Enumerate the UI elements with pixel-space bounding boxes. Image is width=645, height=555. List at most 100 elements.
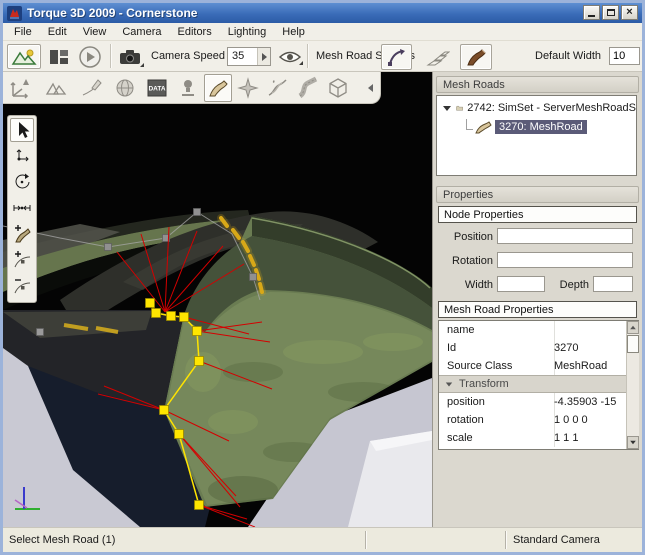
close-button[interactable]: ×: [621, 5, 638, 20]
tree-item-meshroad[interactable]: 3270: MeshRoad: [437, 118, 636, 136]
datablock-badge: DATA: [148, 86, 165, 93]
datablock-editor-button[interactable]: DATA: [145, 76, 169, 100]
scale-point-tool-button[interactable]: [10, 196, 34, 220]
road-node[interactable]: [193, 327, 202, 336]
scroll-up-button[interactable]: [627, 321, 639, 334]
property-row-scale[interactable]: scale 1 1 1: [439, 429, 626, 447]
move-point-tool-button[interactable]: [10, 144, 34, 168]
decal-editor-button[interactable]: [176, 76, 200, 100]
tree-connector: [466, 119, 473, 130]
play-button[interactable]: [77, 44, 103, 69]
property-value[interactable]: 3270: [554, 342, 618, 354]
menu-edit[interactable]: Edit: [40, 25, 75, 39]
terrain-editor-button[interactable]: [44, 76, 68, 100]
window-controls: ×: [583, 5, 638, 20]
property-group-transform[interactable]: Transform: [439, 375, 626, 393]
rotate-icon: [12, 172, 32, 192]
add-mesh-road-solid-button[interactable]: [460, 44, 492, 70]
title-bar[interactable]: Torque 3D 2009 - Cornerstone ×: [3, 3, 642, 23]
tree-expand-icon[interactable]: [443, 106, 451, 111]
property-value[interactable]: -4.35903 -15: [554, 396, 618, 408]
play-icon: [78, 45, 102, 69]
road-node[interactable]: [195, 501, 204, 510]
property-row-name[interactable]: name: [439, 321, 626, 339]
road-node[interactable]: [167, 312, 176, 321]
default-width-input[interactable]: [609, 47, 640, 65]
road-wireframe-icon: [426, 47, 450, 67]
menu-lighting[interactable]: Lighting: [220, 25, 275, 39]
status-message: Select Mesh Road (1): [9, 534, 115, 546]
particle-editor-button[interactable]: [236, 76, 260, 100]
insert-point-tool-button[interactable]: [10, 248, 34, 272]
road-node-inactive[interactable]: [194, 209, 201, 216]
road-node[interactable]: [160, 406, 169, 415]
decal-road-editor-button[interactable]: [296, 76, 320, 100]
select-tool-button[interactable]: [10, 118, 34, 142]
select-mesh-road-button[interactable]: [381, 44, 412, 70]
move-icon: [12, 146, 32, 166]
property-row-id[interactable]: Id 3270: [439, 339, 626, 357]
scroll-down-button[interactable]: [627, 436, 639, 449]
road-node[interactable]: [152, 309, 161, 318]
material-editor-button[interactable]: [113, 76, 137, 100]
status-bar: Select Mesh Road (1) Standard Camera: [3, 527, 642, 552]
road-node[interactable]: [180, 313, 189, 322]
toolbar-separator: [307, 44, 309, 68]
menu-help[interactable]: Help: [274, 25, 313, 39]
road-node-inactive[interactable]: [37, 329, 44, 336]
depth-input[interactable]: [593, 276, 633, 292]
camera-menu-button[interactable]: [117, 46, 145, 68]
property-row-position[interactable]: position -4.35903 -15: [439, 393, 626, 411]
camera-speed-arrow[interactable]: [257, 48, 270, 65]
object-editor-button[interactable]: [8, 76, 32, 100]
gui-editor-icon: [48, 48, 70, 66]
road-node[interactable]: [175, 430, 184, 439]
road-node-inactive[interactable]: [105, 244, 112, 251]
add-road-icon: [12, 224, 32, 244]
dropdown-corner-icon: [299, 61, 303, 65]
property-value[interactable]: 1 0 0 0: [554, 414, 618, 426]
world-editor-button[interactable]: [7, 44, 41, 69]
tree-item-simset[interactable]: 2742: SimSet - ServerMeshRoadS: [437, 99, 636, 117]
camera-speed-combo[interactable]: 35: [227, 47, 271, 66]
remove-point-tool-button[interactable]: [10, 274, 34, 298]
menu-editors[interactable]: Editors: [169, 25, 219, 39]
table-scrollbar[interactable]: [626, 321, 639, 449]
status-camera-mode: Standard Camera: [513, 534, 600, 546]
add-road-tool-button[interactable]: [10, 222, 34, 246]
forest-editor-button[interactable]: [326, 76, 350, 100]
select-cursor-icon: [12, 120, 32, 140]
rotate-point-tool-button[interactable]: [10, 170, 34, 194]
viewport-3d[interactable]: [3, 72, 432, 527]
road-node[interactable]: [195, 357, 204, 366]
minimize-button[interactable]: [583, 5, 600, 20]
decal-editor-icon: [176, 76, 200, 100]
width-input[interactable]: [497, 276, 545, 292]
maximize-button[interactable]: [602, 5, 619, 20]
toolbar-overflow-chevron[interactable]: [368, 84, 373, 92]
rotation-input[interactable]: [497, 252, 633, 268]
add-mesh-road-wireframe-button[interactable]: [423, 44, 453, 70]
material-editor-icon: [113, 76, 137, 100]
menu-camera[interactable]: Camera: [114, 25, 169, 39]
property-value[interactable]: 1 1 1: [554, 432, 618, 444]
menu-file[interactable]: File: [6, 25, 40, 39]
road-node[interactable]: [146, 299, 155, 308]
gui-editor-button[interactable]: [46, 46, 72, 67]
scrollbar-thumb[interactable]: [627, 335, 639, 353]
property-row-source-class[interactable]: Source Class MeshRoad: [439, 357, 626, 375]
mesh-road-editor-button[interactable]: [204, 74, 232, 102]
position-label: Position: [441, 231, 493, 243]
river-editor-button[interactable]: [266, 76, 290, 100]
position-input[interactable]: [497, 228, 633, 244]
group-label: Transform: [459, 378, 509, 390]
property-row-rotation[interactable]: rotation 1 0 0 0: [439, 411, 626, 429]
menu-view[interactable]: View: [75, 25, 115, 39]
road-node-inactive[interactable]: [250, 274, 257, 281]
mesh-roads-tree[interactable]: 2742: SimSet - ServerMeshRoadS 3270: Mes…: [436, 95, 637, 176]
visibility-menu-button[interactable]: [276, 48, 304, 66]
terrain-painter-button[interactable]: [80, 76, 104, 100]
group-collapse-icon[interactable]: [446, 382, 452, 386]
property-value[interactable]: MeshRoad: [554, 360, 618, 372]
remove-point-icon: [12, 276, 32, 296]
